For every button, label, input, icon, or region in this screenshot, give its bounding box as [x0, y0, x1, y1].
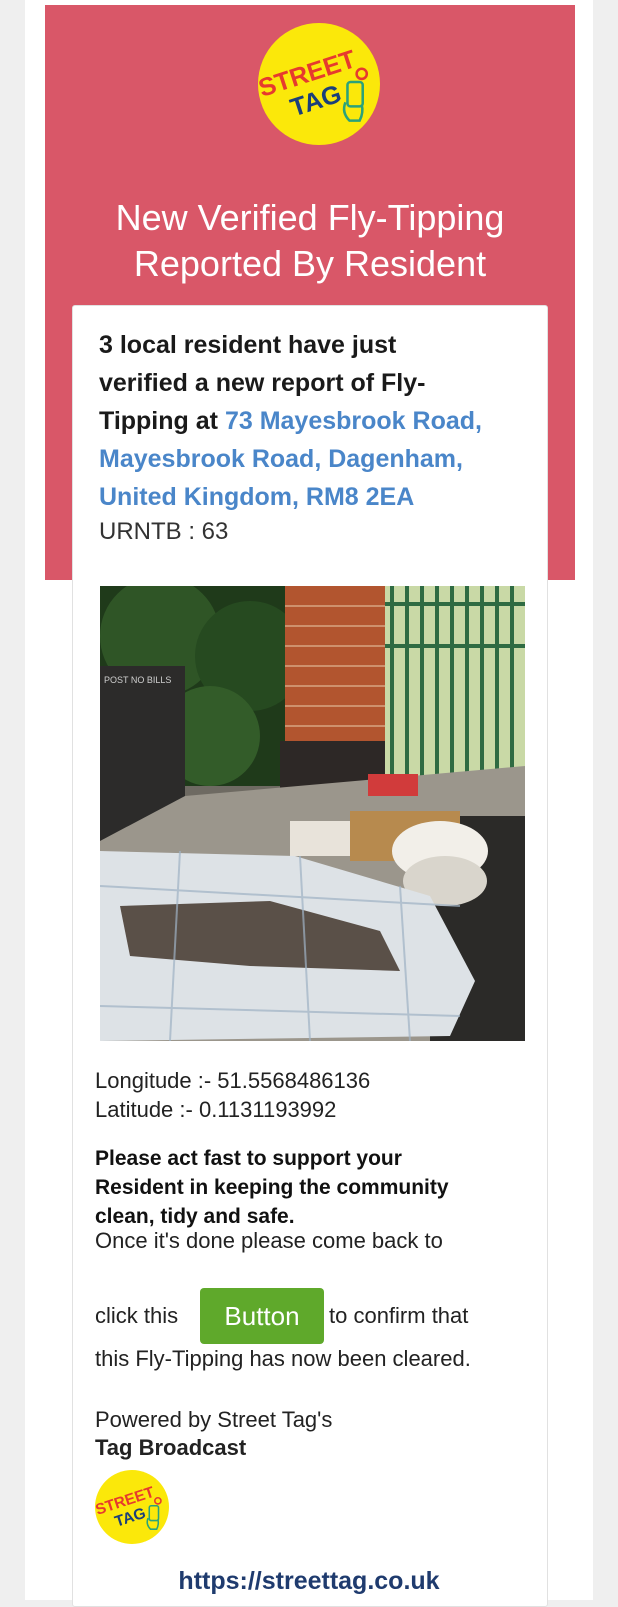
phone-hand-icon [342, 67, 369, 122]
fly-tipping-photo-graphic: POST NO BILLS [100, 586, 525, 1041]
call-to-action-text: Please act fast to support your Resident… [95, 1144, 525, 1231]
summary-line-1: 3 local resident have just [99, 331, 397, 359]
cta-line-3: clean, tidy and safe. [95, 1205, 295, 1228]
summary-line-2: verified a new report of Fly- [99, 369, 426, 397]
instructions-before-button: click this [95, 1303, 179, 1328]
fly-tipping-photo: POST NO BILLS [100, 586, 525, 1041]
report-card: 3 local resident have just verified a ne… [72, 305, 548, 1607]
street-tag-footer-logo[interactable]: STREET TAG [95, 1470, 169, 1544]
headline: New Verified Fly-Tipping Reported By Res… [45, 195, 575, 287]
confirm-cleared-button[interactable]: Button [200, 1288, 324, 1344]
report-summary: 3 local resident have just verified a ne… [99, 326, 529, 516]
headline-line-1: New Verified Fly-Tipping [115, 197, 505, 238]
instructions-after-button: to confirm that [329, 1303, 469, 1328]
location-coordinates: Longitude :- 51.5568486136 Latitude :- 0… [95, 1066, 370, 1124]
summary-line-3: Tipping at 73 Mayesbrook Road, [99, 402, 529, 440]
instructions-line-3: this Fly-Tipping has now been cleared. [95, 1346, 471, 1371]
street-tag-footer-logo-graphic: STREET TAG [95, 1484, 162, 1531]
longitude-text: Longitude :- 51.5568486136 [95, 1068, 371, 1093]
phone-hand-icon [146, 1496, 162, 1530]
email-body: STREET TAG New Verified Fly-Tipping Repo… [25, 0, 593, 1607]
urn-reference: URNTB : 63 [99, 518, 229, 545]
photo-sign-text: POST NO BILLS [104, 675, 171, 685]
instructions-line-1: Once it's done please come back to [95, 1228, 443, 1253]
cta-line-2: Resident in keeping the community [95, 1176, 449, 1199]
powered-by-text: Powered by Street Tag's [95, 1407, 333, 1432]
address-link-line-1[interactable]: 73 Mayesbrook Road, [225, 407, 482, 435]
headline-line-2: Reported By Resident [133, 243, 487, 284]
summary-prefix: Tipping at [99, 407, 218, 435]
address-link-line-2[interactable]: Mayesbrook Road, Dagenham, [99, 440, 529, 478]
street-tag-logo: STREET TAG [258, 23, 380, 145]
street-tag-logo-graphic: STREET TAG [258, 45, 369, 122]
cta-line-1: Please act fast to support your [95, 1147, 402, 1170]
product-name: Tag Broadcast [95, 1435, 247, 1460]
address-link-line-3[interactable]: United Kingdom, RM8 2EA [99, 478, 529, 516]
street-tag-website-link[interactable]: https://streettag.co.uk [0, 1567, 618, 1596]
latitude-text: Latitude :- 0.1131193992 [95, 1097, 337, 1122]
powered-by: Powered by Street Tag's Tag Broadcast [95, 1406, 332, 1462]
